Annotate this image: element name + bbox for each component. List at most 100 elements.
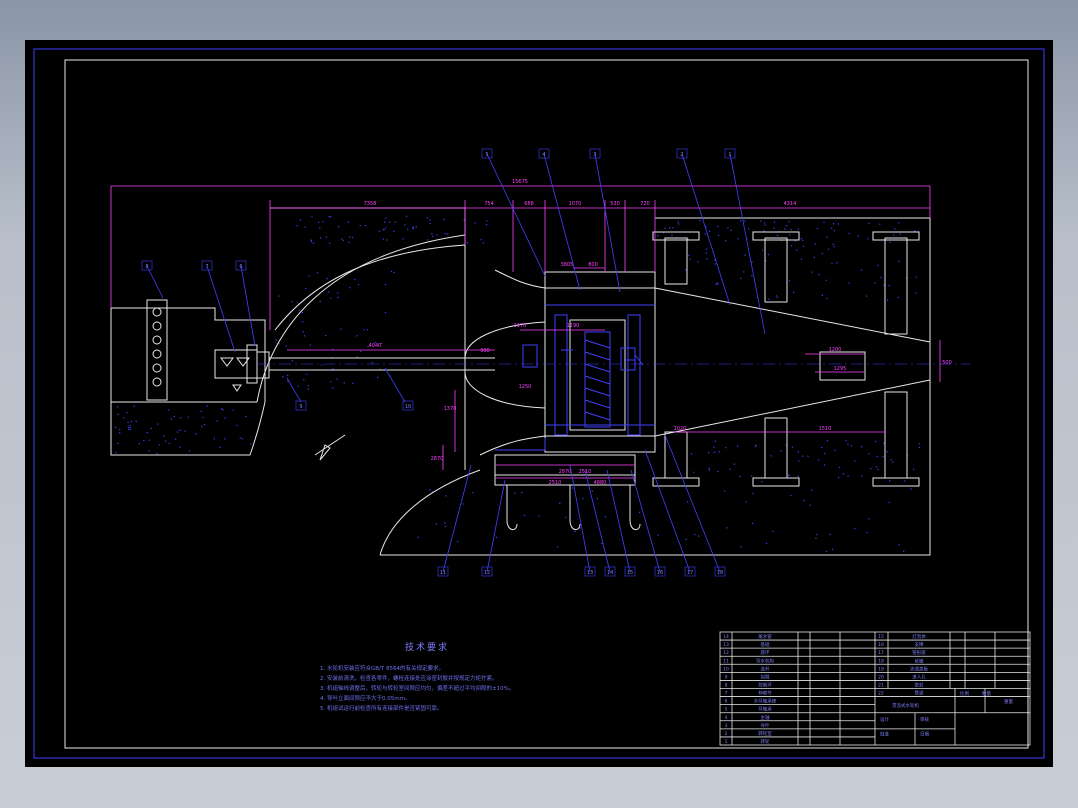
part-callout-number: 2 [680,152,683,158]
hatch-dot [755,444,757,446]
hatch-dot [850,445,853,447]
hatch-dot [773,221,776,223]
hatch-dot [887,299,889,301]
hatch-dot [740,277,742,279]
hatch-dot [206,405,208,407]
hatch-dot [807,455,809,457]
hatch-dot [250,443,252,445]
part-callout-number: 6 [239,264,242,270]
hatch-dot [832,223,835,225]
hatch-dot [904,480,906,482]
hatch-dot [514,492,516,494]
hatch-dot [328,216,330,218]
bom-item-number: 2 [725,731,728,737]
hatch-dot [320,237,322,239]
bom-item-number: 13 [723,642,729,648]
hatch-dot [150,427,152,429]
title-block-label: 设计 [880,716,889,723]
bom-item-name: 进人孔 [912,673,926,680]
hatch-dot [303,335,306,337]
part-callout: 3 [589,148,601,159]
hatch-dot [798,460,800,462]
dimension-label: 2870 [431,456,444,462]
hatch-dot [378,230,380,232]
hatch-dot [275,339,277,341]
hatch-dot [802,455,804,457]
hatch-dot [882,456,884,458]
hatch-dot [717,225,719,228]
hatch-dot [751,261,753,263]
hatch-dot [713,446,715,448]
hatch-dot [474,222,476,224]
hatch-dot [119,432,121,434]
hatch-dot [897,296,899,299]
part-callout: 15 [624,566,636,577]
hatch-dot [752,492,754,494]
hatch-dot [352,382,354,384]
part-callout-number: 11 [440,570,446,576]
bom-item-number: 12 [723,650,729,656]
hatch-dot [342,239,344,241]
bom-item-name: 管形座 [912,649,926,656]
hatch-dot [435,523,437,525]
hatch-dot [322,221,324,223]
hatch-dot [797,475,799,477]
hatch-dot [156,452,158,455]
hatch-dot [883,284,885,286]
hatch-dot [444,522,446,524]
hatch-dot [340,328,342,330]
hatch-dot [138,443,140,445]
hatch-dot [291,360,293,362]
hatch-dot [775,295,777,297]
hatch-dot [880,276,882,279]
hatch-dot [823,221,825,223]
hatch-dot [278,295,280,297]
hatch-dot [330,297,332,299]
dimension-label: 1170 [514,323,527,329]
hatch-dot [824,452,826,455]
hatch-dot [886,451,888,453]
hatch-dot [219,446,221,448]
hatch-dot [365,224,367,226]
hatch-dot [326,278,328,280]
hatch-dot [146,432,148,434]
technical-notes-title: 技术要求 [405,643,450,653]
bom-item-name: 控制环 [758,682,772,689]
bom-item-number: 16 [878,642,884,648]
hatch-dot [915,276,917,278]
hatch-dot [523,514,526,516]
hatch-dot [760,220,762,222]
hatch-dot [359,225,361,227]
hatch-dot [126,411,128,414]
part-callout: 5 [481,148,493,159]
part-callout: 12 [481,566,493,577]
dimension-lines [110,185,941,479]
hatch-dot [179,446,181,448]
part-callout: 6 [235,260,247,271]
bom-item-name: 拐臂 [761,673,770,680]
dimension-label: 900 [480,348,490,354]
hatch-dot [122,417,125,419]
hatch-dot [814,243,816,245]
hatch-dot [310,240,313,243]
hatch-dot [291,301,293,303]
hatch-dot [457,540,459,542]
hatch-dot [466,242,468,244]
hatch-dot [745,501,747,503]
hatch-dot [704,233,706,235]
hatch-dot [865,295,868,297]
hatch-dot [177,431,179,433]
hatch-dot [538,515,540,517]
hatch-dot [708,467,710,469]
dimension-label: 800 [588,262,598,268]
hatch-dot [601,543,603,545]
hatch-dot [705,248,708,250]
hatch-dot [687,501,689,503]
hatch-dot [839,466,841,469]
part-callout-number: 15 [627,570,633,576]
title-block-label: 日期 [920,731,929,737]
hatch-dot [744,254,746,256]
hatch-dot [285,345,287,347]
drawing-name: 贯流式水轮机 [892,702,919,709]
hatch-dot [195,433,197,435]
